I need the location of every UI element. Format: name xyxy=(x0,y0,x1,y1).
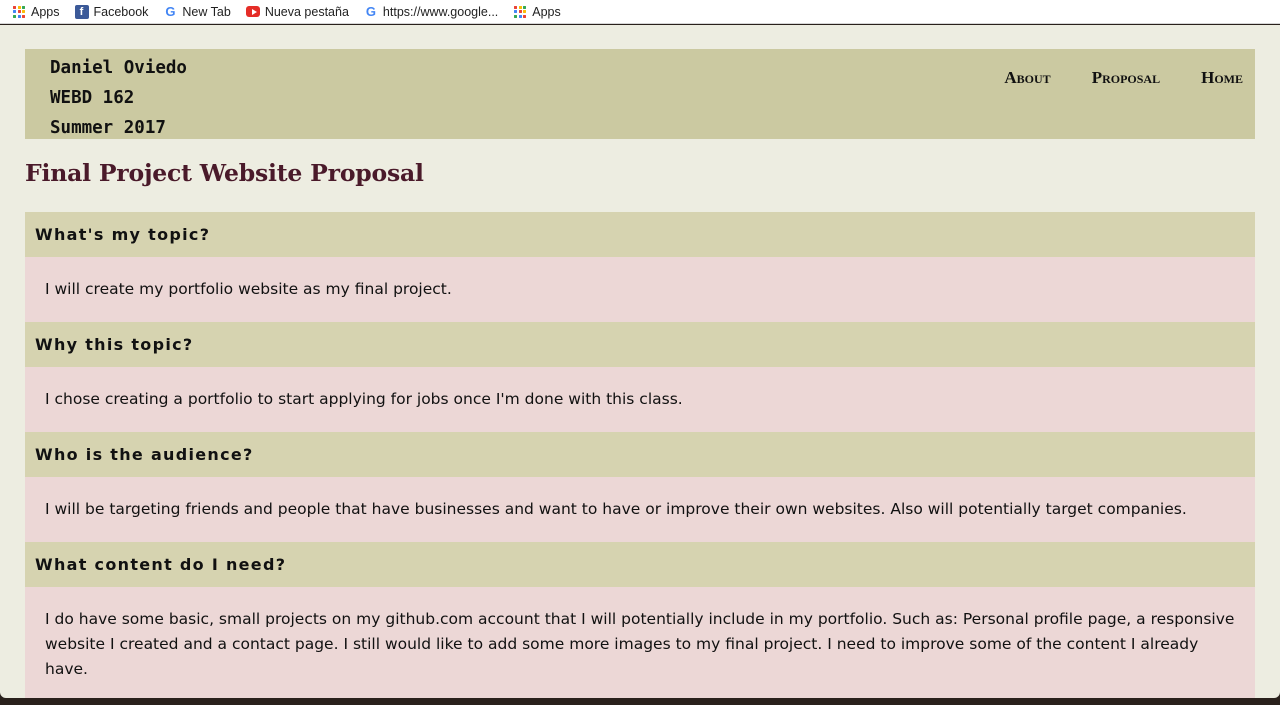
bookmark-label: https://www.google... xyxy=(382,4,499,19)
bookmark-nueva-pestana[interactable]: Nueva pestaña xyxy=(245,4,349,19)
apps-icon xyxy=(513,5,527,19)
section-question: Who is the audience? xyxy=(25,432,1255,477)
site-header: Daniel Oviedo WEBD 162 Summer 2017 About… xyxy=(25,49,1255,139)
bookmark-label: Nueva pestaña xyxy=(264,4,349,19)
youtube-icon xyxy=(245,5,260,19)
bookmark-label: New Tab xyxy=(182,4,231,19)
bookmark-google[interactable]: G https://www.google... xyxy=(364,4,499,19)
bookmark-label: Facebook xyxy=(93,4,149,19)
section-answer: I will create my portfolio website as my… xyxy=(25,257,1255,322)
section-question: Why this topic? xyxy=(25,322,1255,367)
term: Summer 2017 xyxy=(50,118,166,138)
nav-home-link[interactable]: Home xyxy=(1201,68,1243,88)
bookmark-apps-2[interactable]: Apps xyxy=(513,5,561,19)
student-name: Daniel Oviedo xyxy=(50,58,187,78)
section-question: What's my topic? xyxy=(25,212,1255,257)
course-code: WEBD 162 xyxy=(50,88,135,108)
nav-proposal-link[interactable]: Proposal xyxy=(1092,68,1160,88)
google-icon: G xyxy=(165,4,176,19)
section-question: What content do I need? xyxy=(25,542,1255,587)
page-content: Daniel Oviedo WEBD 162 Summer 2017 About… xyxy=(0,25,1280,698)
google-icon: G xyxy=(365,4,376,19)
bookmark-facebook[interactable]: f Facebook xyxy=(74,4,149,19)
section-answer: I will be targeting friends and people t… xyxy=(25,477,1255,542)
bookmark-apps[interactable]: Apps xyxy=(12,5,60,19)
section-answer: I chose creating a portfolio to start ap… xyxy=(25,367,1255,432)
bookmark-new-tab[interactable]: G New Tab xyxy=(163,4,231,19)
section-answer: I do have some basic, small projects on … xyxy=(25,587,1255,698)
nav-about-link[interactable]: About xyxy=(1004,68,1050,88)
page-title: Final Project Website Proposal xyxy=(25,159,424,187)
bookmarks-bar: Apps f Facebook G New Tab Nueva pestaña … xyxy=(0,0,1280,24)
student-info: Daniel Oviedo WEBD 162 Summer 2017 xyxy=(50,53,187,143)
apps-icon xyxy=(12,5,26,19)
bookmark-label: Apps xyxy=(532,4,561,19)
bookmark-label: Apps xyxy=(31,4,60,19)
facebook-icon: f xyxy=(74,4,89,19)
main-nav: About Proposal Home xyxy=(963,68,1243,88)
